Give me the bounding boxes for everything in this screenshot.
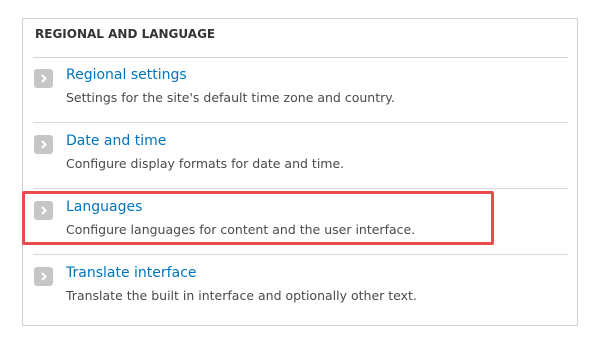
regional-and-language-panel: REGIONAL AND LANGUAGE Regional settings …: [22, 18, 578, 326]
regional-settings-link[interactable]: Regional settings: [66, 67, 187, 83]
chevron-right-icon[interactable]: [34, 201, 53, 220]
translate-interface-description: Translate the built in interface and opt…: [66, 288, 417, 303]
list-item-languages: Languages Configure languages for conten…: [33, 189, 568, 255]
translate-interface-link[interactable]: Translate interface: [66, 265, 196, 281]
regional-settings-description: Settings for the site's default time zon…: [66, 90, 395, 105]
panel-header: REGIONAL AND LANGUAGE: [33, 19, 568, 58]
panel-title: REGIONAL AND LANGUAGE: [35, 27, 216, 41]
date-and-time-link[interactable]: Date and time: [66, 133, 166, 149]
chevron-right-icon[interactable]: [34, 135, 53, 154]
list-item-date-and-time: Date and time Configure display formats …: [33, 123, 568, 189]
chevron-right-icon[interactable]: [34, 267, 53, 286]
date-and-time-description: Configure display formats for date and t…: [66, 156, 345, 171]
list-item-translate-interface: Translate interface Translate the built …: [33, 255, 568, 320]
list-item-regional-settings: Regional settings Settings for the site'…: [33, 57, 568, 123]
languages-description: Configure languages for content and the …: [66, 222, 416, 237]
languages-link[interactable]: Languages: [66, 199, 142, 215]
chevron-right-icon[interactable]: [34, 69, 53, 88]
